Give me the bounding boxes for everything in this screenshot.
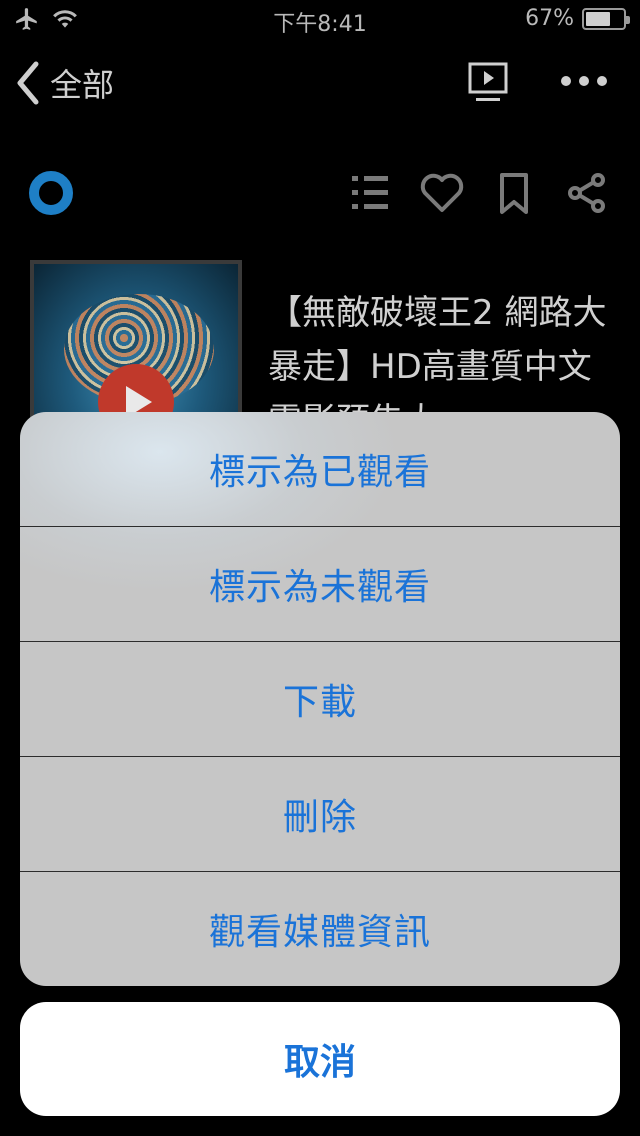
heart-icon[interactable] — [420, 172, 464, 214]
cancel-button[interactable]: 取消 — [20, 1002, 620, 1116]
battery-fill — [586, 11, 611, 26]
status-right: 67% — [525, 6, 630, 31]
battery-icon — [582, 7, 630, 30]
screen-play-icon[interactable] — [468, 62, 508, 104]
item-toolbar — [0, 168, 640, 218]
mark-unwatched-button[interactable]: 標示為未觀看 — [20, 527, 620, 641]
mark-watched-button[interactable]: 標示為已觀看 — [20, 412, 620, 526]
nav-bar: 全部 — [0, 52, 640, 116]
progress-ring-icon — [29, 171, 73, 215]
action-sheet: 標示為已觀看 標示為未觀看 下載 刪除 觀看媒體資訊 — [20, 412, 620, 986]
list-icon[interactable] — [350, 172, 390, 214]
battery-percent: 67% — [525, 6, 574, 31]
bookmark-icon[interactable] — [498, 172, 530, 216]
back-label: 全部 — [50, 66, 115, 104]
download-button[interactable]: 下載 — [20, 642, 620, 756]
delete-button[interactable]: 刪除 — [20, 757, 620, 871]
chevron-left-icon — [17, 61, 39, 105]
status-bar: 下午8:41 67% — [0, 0, 640, 40]
back-button[interactable]: 全部 — [14, 60, 114, 106]
view-media-info-button[interactable]: 觀看媒體資訊 — [20, 872, 620, 986]
more-icon[interactable] — [560, 74, 608, 88]
share-icon[interactable] — [566, 172, 608, 214]
